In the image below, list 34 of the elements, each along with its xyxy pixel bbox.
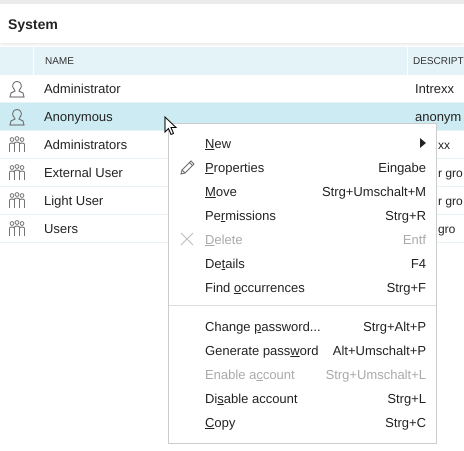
- table-cell: Intrexx: [415, 81, 454, 96]
- group-icon: [8, 164, 26, 182]
- table-cell: r gro: [438, 194, 463, 208]
- menu-item[interactable]: Properties Eingabe: [169, 155, 436, 179]
- table-cell: Users: [44, 221, 78, 236]
- table-cell: External User: [44, 165, 123, 180]
- table-cell: xx: [438, 138, 450, 152]
- group-icon: [8, 192, 26, 210]
- table-cell: gro: [438, 222, 456, 236]
- menu-item[interactable]: Permissions Strg+R: [169, 203, 436, 227]
- panel-title: System: [8, 16, 58, 32]
- table-cell: Anonymous: [44, 109, 113, 124]
- column-header[interactable]: NAME: [45, 56, 74, 66]
- menu-item[interactable]: Details F4: [169, 251, 436, 275]
- menu-item[interactable]: Disable account Strg+L: [169, 386, 436, 410]
- pencil-icon: [178, 158, 196, 176]
- menu-item[interactable]: Copy Strg+C: [169, 410, 436, 434]
- table-cell: r gro: [438, 166, 463, 180]
- menu-item[interactable]: New: [169, 131, 436, 155]
- menu-item[interactable]: Move Strg+Umschalt+M: [169, 179, 436, 203]
- table-cell: Administrators: [44, 137, 128, 152]
- menu-item[interactable]: Change password... Strg+Alt+P: [169, 314, 436, 338]
- column-header[interactable]: DESCRIPT: [413, 56, 464, 66]
- table-cell: Administrator: [44, 81, 121, 96]
- user-icon: [8, 80, 24, 98]
- table-cell: anonym: [415, 109, 462, 124]
- cross-icon: [180, 232, 194, 246]
- group-icon: [8, 136, 26, 154]
- group-icon: [8, 220, 26, 238]
- user-icon: [8, 108, 24, 126]
- submenu-arrow-icon: [420, 138, 426, 148]
- table-cell: Light User: [44, 193, 104, 208]
- menu-item[interactable]: Find occurrences Strg+F: [169, 275, 436, 299]
- menu-item[interactable]: Generate password Alt+Umschalt+P: [169, 338, 436, 362]
